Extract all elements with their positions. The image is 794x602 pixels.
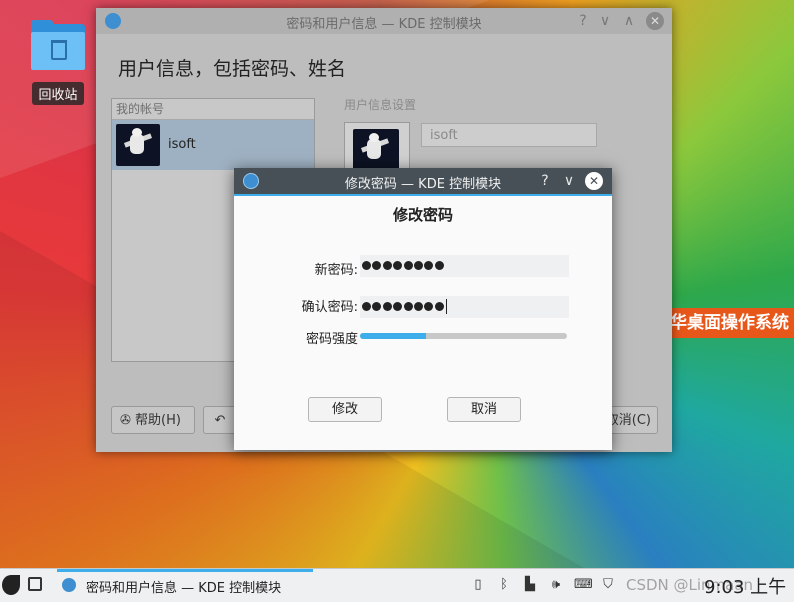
password-dot [413, 302, 423, 311]
password-dot [424, 302, 434, 311]
trash-label: 回收站 [32, 82, 84, 105]
clock[interactable]: 9:03 上午 [704, 573, 786, 599]
minimize-icon[interactable]: ∨ [560, 172, 578, 190]
security-shield-icon[interactable]: ⛉ [600, 577, 616, 593]
new-password-field[interactable] [360, 255, 569, 277]
main-titlebar[interactable]: 密码和用户信息 — KDE 控制模块 ? ∨ ∧ ✕ [96, 8, 672, 34]
help-icon[interactable]: ? [574, 12, 592, 30]
task-label: 密码和用户信息 — KDE 控制模块 [86, 581, 282, 596]
help-button[interactable]: ✇ 帮助(H) [111, 406, 195, 434]
password-strength-fill [360, 333, 427, 339]
password-dot [382, 261, 392, 270]
avatar [116, 124, 160, 166]
dialog-cancel-button[interactable]: 取消 [447, 397, 521, 422]
password-dots [362, 255, 445, 277]
password-dot [393, 302, 403, 311]
dialog-titlebar[interactable]: 修改密码 — KDE 控制模块 ? ∨ ✕ [234, 168, 612, 196]
volume-icon[interactable]: 🕪 [548, 577, 564, 593]
password-dot [372, 261, 382, 270]
overlay-banner: 华桌面操作系统 [660, 308, 794, 338]
user-app-icon [62, 578, 76, 592]
password-dot [362, 261, 371, 270]
bluetooth-icon[interactable]: ᛒ [496, 577, 512, 593]
password-dot [403, 302, 413, 311]
help-lifebuoy-icon: ✇ [120, 413, 131, 428]
password-dot [434, 261, 444, 270]
taskbar-task[interactable]: 密码和用户信息 — KDE 控制模块 [57, 569, 313, 602]
cancel-button-label: 取消(C) [605, 413, 651, 428]
password-dot [362, 302, 371, 311]
password-dot [424, 261, 434, 270]
change-password-dialog: 修改密码 — KDE 控制模块 ? ∨ ✕ 修改密码 新密码: 确认密码: 密码… [234, 168, 612, 450]
account-list-item[interactable]: isoft [112, 120, 314, 170]
password-strength-bar [360, 333, 567, 339]
clipboard-icon[interactable]: ▯ [470, 577, 486, 593]
account-name: isoft [168, 137, 196, 152]
new-password-label: 新密码: [314, 263, 358, 278]
show-desktop-icon[interactable] [28, 577, 42, 591]
help-icon[interactable]: ? [536, 172, 554, 190]
close-icon[interactable]: ✕ [585, 172, 603, 190]
accounts-header: 我的帐号 [112, 99, 314, 120]
keyboard-icon[interactable]: ⌨ [574, 577, 593, 593]
active-task-indicator [57, 569, 313, 572]
usb-device-icon[interactable]: ▙ [522, 577, 538, 593]
reset-button[interactable]: ↶ [203, 406, 237, 434]
minimize-icon[interactable]: ∨ [596, 12, 614, 30]
password-dot [413, 261, 423, 270]
password-dot [382, 302, 392, 311]
password-dot [393, 261, 403, 270]
strength-label: 密码强度 [305, 332, 358, 347]
text-caret [446, 299, 448, 314]
password-dot [434, 302, 444, 311]
ok-button[interactable]: 修改 [308, 397, 382, 422]
trash-folder-icon [29, 20, 87, 72]
password-dot [403, 261, 413, 270]
page-title: 用户信息，包括密码、姓名 [118, 58, 347, 80]
trash-desktop-icon[interactable]: 回收站 [26, 20, 90, 105]
confirm-password-label: 确认密码: [301, 300, 358, 315]
app-launcher-icon[interactable] [0, 573, 22, 597]
username-field[interactable]: isoft [421, 123, 597, 147]
dialog-title: 修改密码 — KDE 控制模块 [344, 177, 502, 192]
undo-icon: ↶ [214, 413, 226, 428]
taskbar: 密码和用户信息 — KDE 控制模块 ▯ ᛒ ▙ 🕪 ⌨ ⛉ CSDN @Lin… [0, 568, 794, 602]
close-icon[interactable]: ✕ [646, 12, 664, 30]
confirm-password-field[interactable] [360, 296, 569, 318]
help-button-label: 帮助(H) [135, 413, 181, 428]
password-dot [372, 302, 382, 311]
password-dots [362, 296, 445, 318]
dialog-heading: 修改密码 [392, 206, 453, 224]
settings-section-label: 用户信息设置 [344, 98, 417, 112]
maximize-icon[interactable]: ∧ [620, 12, 638, 30]
